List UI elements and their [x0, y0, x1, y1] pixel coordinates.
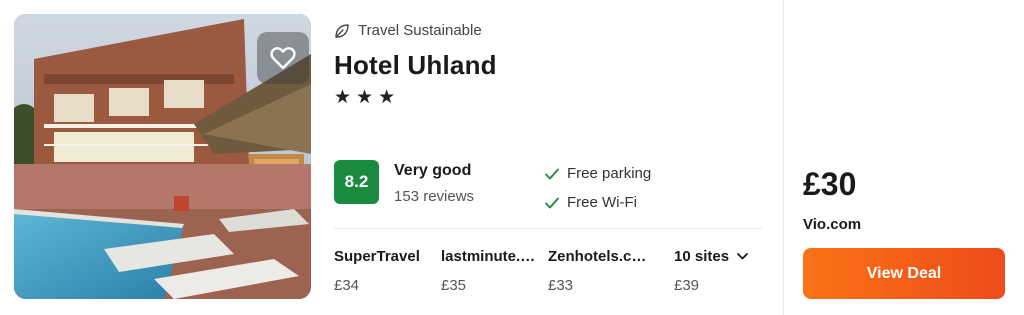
- review-rating[interactable]: 8.2 Very good 153 reviews: [334, 160, 474, 205]
- deal-panel: £30 Vio.com View Deal: [803, 0, 1013, 315]
- leaf-icon: [335, 23, 349, 38]
- site-offer-lastminute[interactable]: lastminute.com £35: [441, 248, 541, 294]
- review-count: 153 reviews: [394, 188, 475, 205]
- rating-label: Very good: [394, 162, 472, 179]
- amenity-item: Free Wi-Fi: [545, 193, 651, 212]
- heart-icon: [270, 47, 296, 70]
- travel-sustainable-badge: Travel Sustainable: [334, 22, 482, 39]
- site-price: £33: [548, 277, 574, 294]
- site-price: £35: [441, 277, 467, 294]
- chevron-down-icon: [737, 253, 748, 260]
- price-comparison-sites: SuperTravel £34 lastminute.com £35 Zenho…: [334, 248, 764, 308]
- hotel-name[interactable]: Hotel Uhland: [334, 50, 497, 81]
- hotel-info: Travel Sustainable Hotel Uhland ★★★ 8.2 …: [334, 0, 764, 315]
- amenity-label: Free Wi-Fi: [567, 194, 637, 211]
- site-name: SuperTravel: [334, 248, 420, 265]
- favorite-button[interactable]: [257, 32, 309, 84]
- amenities-list: Free parking Free Wi-Fi: [545, 164, 651, 222]
- hotel-result-card: Travel Sustainable Hotel Uhland ★★★ 8.2 …: [0, 0, 1024, 315]
- check-icon: [545, 168, 559, 179]
- view-deal-button[interactable]: View Deal: [803, 248, 1005, 299]
- more-sites-dropdown[interactable]: 10 sites £39: [674, 248, 774, 294]
- site-offer-supertravel[interactable]: SuperTravel £34: [334, 248, 434, 294]
- site-offer-zenhotels[interactable]: Zenhotels.com £33: [548, 248, 648, 294]
- check-icon: [545, 197, 559, 208]
- divider: [334, 228, 762, 229]
- review-score-badge: 8.2: [334, 160, 379, 204]
- site-name: Zenhotels.com: [548, 248, 648, 265]
- hotel-photo[interactable]: [14, 14, 311, 299]
- more-sites-price: £39: [674, 277, 700, 294]
- column-divider: [783, 0, 784, 315]
- travel-sustainable-label: Travel Sustainable: [358, 22, 482, 39]
- more-sites-label: 10 sites: [674, 248, 730, 265]
- site-name: lastminute.com: [441, 248, 541, 265]
- deal-provider: Vio.com: [803, 216, 862, 233]
- site-price: £34: [334, 277, 360, 294]
- amenity-item: Free parking: [545, 164, 651, 183]
- amenity-label: Free parking: [567, 165, 652, 182]
- deal-price: £30: [803, 166, 857, 202]
- star-rating: ★★★: [334, 87, 401, 108]
